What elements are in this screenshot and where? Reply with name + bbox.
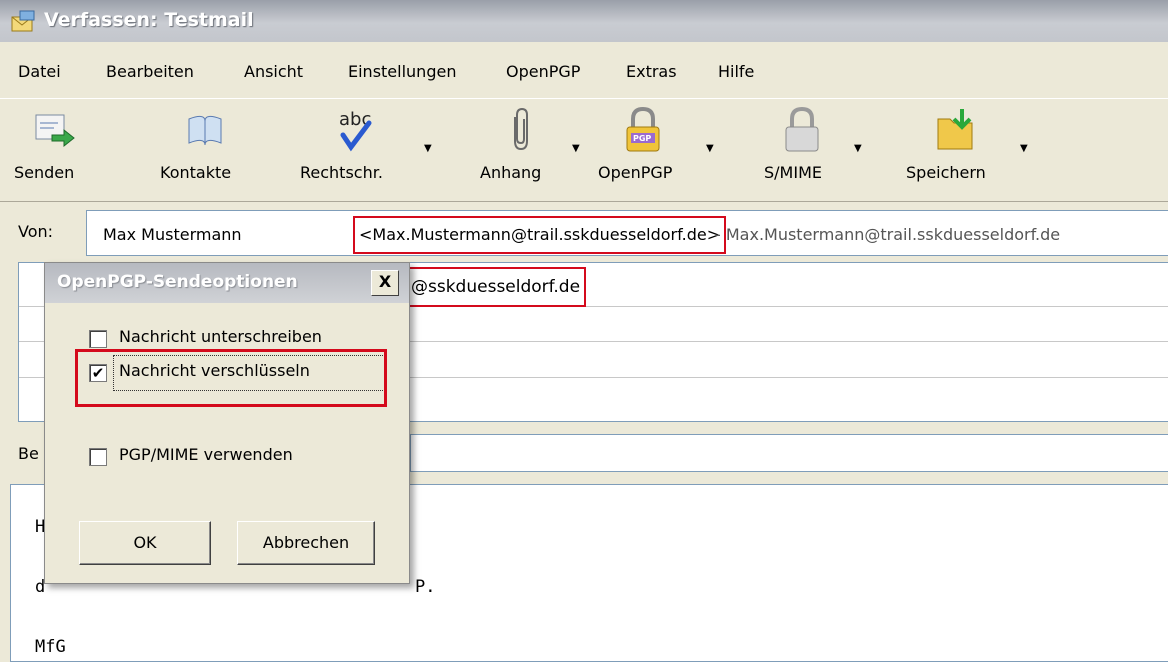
pgp-lock-icon: PGP	[626, 106, 660, 152]
attach-dropdown-icon[interactable]: ▼	[572, 143, 580, 154]
from-address-highlight: <Max.Mustermann@trail.sskduesseldorf.de>	[353, 216, 727, 254]
openpgp-button[interactable]: PGP OpenPGP ▼	[598, 99, 714, 195]
subject-input[interactable]	[410, 434, 1168, 472]
window-titlebar: Verfassen: Testmail	[0, 0, 1168, 42]
from-account: - Max.Mustermann@trail.sskduesseldorf.de	[715, 225, 1061, 244]
sign-label: Nachricht unterschreiben	[119, 327, 322, 346]
openpgp-label: OpenPGP	[598, 163, 673, 182]
smime-dropdown-icon[interactable]: ▼	[854, 143, 862, 154]
send-label: Senden	[14, 163, 75, 182]
contacts-label: Kontakte	[160, 163, 232, 182]
body-line: P.	[415, 577, 436, 597]
sign-checkbox[interactable]	[89, 330, 107, 348]
pgpmime-checkbox[interactable]	[89, 448, 107, 466]
send-icon	[35, 114, 75, 148]
contacts-button[interactable]: Kontakte	[160, 99, 250, 195]
from-row: Von: Max Mustermann <Max.Mustermann@trai…	[0, 204, 1168, 258]
smime-button[interactable]: S/MIME ▼	[762, 99, 862, 195]
address-book-icon	[188, 115, 222, 146]
smime-label: S/MIME	[764, 163, 822, 182]
svg-text:PGP: PGP	[633, 134, 651, 143]
menu-hilfe[interactable]: Hilfe	[718, 62, 754, 81]
menu-bearbeiten[interactable]: Bearbeiten	[106, 62, 194, 81]
menu-extras[interactable]: Extras	[626, 62, 677, 81]
openpgp-send-options-dialog: OpenPGP-Sendeoptionen X Nachricht unters…	[44, 262, 410, 584]
window-title: Verfassen: Testmail	[44, 9, 254, 31]
toolbar: Senden Kontakte abc Rechtschr. ▼ Anhang …	[0, 98, 1168, 202]
dialog-title: OpenPGP-Sendeoptionen	[57, 272, 298, 292]
dialog-close-button[interactable]: X	[371, 270, 399, 296]
ok-button[interactable]: OK	[79, 521, 211, 565]
from-label: Von:	[18, 222, 54, 241]
save-button[interactable]: Speichern ▼	[906, 99, 1028, 195]
save-dropdown-icon[interactable]: ▼	[1020, 143, 1028, 154]
menu-datei[interactable]: Datei	[18, 62, 61, 81]
spelling-dropdown-icon[interactable]: ▼	[424, 143, 432, 154]
menu-ansicht[interactable]: Ansicht	[244, 62, 303, 81]
spellcheck-icon: abc	[339, 109, 372, 152]
attach-label: Anhang	[480, 163, 542, 182]
save-folder-icon	[937, 109, 973, 150]
menu-openpgp[interactable]: OpenPGP	[506, 62, 580, 81]
from-select[interactable]: Max Mustermann <Max.Mustermann@trail.ssk…	[86, 210, 1168, 256]
pgpmime-label: PGP/MIME verwenden	[119, 445, 293, 464]
from-name: Max Mustermann	[103, 225, 242, 244]
menu-bar: Datei Bearbeiten Ansicht Einstellungen O…	[0, 42, 1168, 98]
recipient-address-highlight[interactable]: @sskduesseldorf.de	[405, 267, 587, 307]
dialog-titlebar: OpenPGP-Sendeoptionen X	[45, 263, 409, 303]
send-button[interactable]: Senden	[14, 99, 94, 195]
save-label: Speichern	[906, 163, 986, 182]
subject-label: Be	[18, 444, 39, 463]
menu-einstellungen[interactable]: Einstellungen	[348, 62, 456, 81]
smime-lock-icon	[785, 106, 819, 152]
cancel-button[interactable]: Abbrechen	[237, 521, 375, 565]
body-line: MfG	[35, 637, 66, 657]
encrypt-highlight-box	[75, 349, 387, 407]
attach-button[interactable]: Anhang ▼	[480, 99, 580, 195]
openpgp-dropdown-icon[interactable]: ▼	[706, 143, 714, 154]
spelling-button[interactable]: abc Rechtschr. ▼	[300, 99, 432, 195]
spelling-label: Rechtschr.	[300, 163, 383, 182]
compose-window-icon	[11, 10, 35, 32]
paperclip-icon	[514, 107, 528, 151]
